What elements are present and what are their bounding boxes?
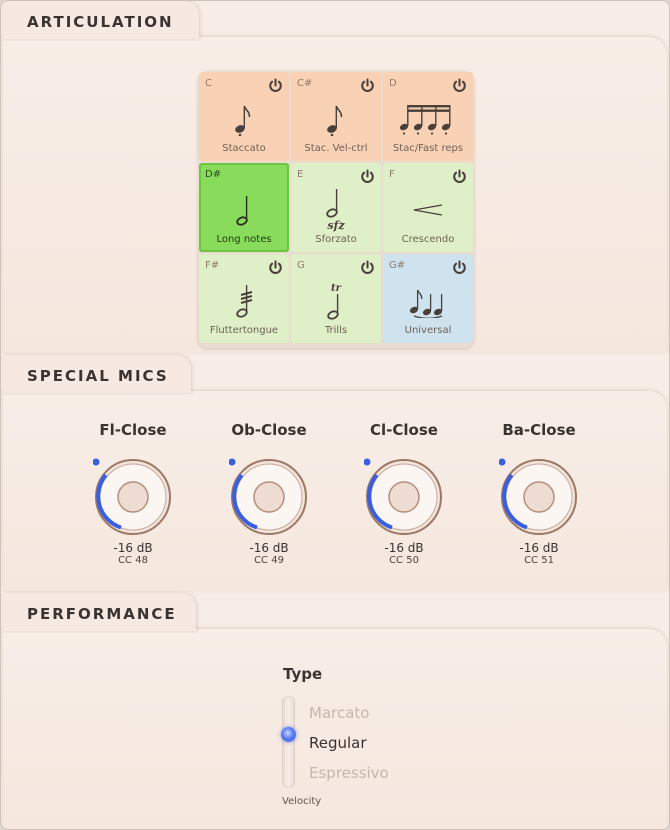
articulation-label: Fluttertongue bbox=[209, 325, 279, 336]
performance-tab: PERFORMANCE bbox=[3, 593, 196, 631]
eighth-note-icon bbox=[291, 94, 381, 144]
articulation-cell-long-notes[interactable]: D# Long notes bbox=[199, 163, 289, 252]
articulation-label: Trills bbox=[324, 325, 348, 336]
articulation-label: Stac/Fast reps bbox=[392, 143, 464, 154]
articulation-label: Stac. Vel-ctrl bbox=[304, 143, 368, 154]
mic-cc: CC 50 bbox=[389, 555, 419, 566]
articulation-cell-trills[interactable]: G tr Trills bbox=[291, 254, 381, 343]
power-icon[interactable] bbox=[267, 77, 284, 94]
key-label: D bbox=[389, 78, 397, 89]
articulation-label: Long notes bbox=[216, 234, 272, 245]
instrument-panel: ARTICULATION C Staccato C# Stac. Vel-ctr… bbox=[0, 0, 670, 830]
performance-body bbox=[3, 629, 667, 829]
half-note-icon bbox=[199, 185, 289, 235]
mic-name: Ba-Close bbox=[502, 421, 576, 439]
articulation-tab: ARTICULATION bbox=[3, 1, 199, 39]
type-option-regular[interactable]: Regular bbox=[309, 734, 367, 752]
articulation-cell-crescendo[interactable]: F Crescendo bbox=[383, 163, 473, 252]
mic-cc: CC 51 bbox=[524, 555, 554, 566]
type-slider-handle[interactable] bbox=[281, 727, 296, 742]
mic-level: -16 dB bbox=[113, 541, 153, 555]
key-label: C# bbox=[297, 78, 313, 89]
power-icon[interactable] bbox=[359, 168, 376, 185]
tremolo-note-icon bbox=[199, 276, 289, 326]
mic-level: -16 dB bbox=[384, 541, 424, 555]
key-label: E bbox=[297, 169, 304, 180]
key-label: G# bbox=[389, 260, 406, 271]
articulation-cell-sforzato[interactable]: E sfz Sforzato bbox=[291, 163, 381, 252]
type-option-espressivo[interactable]: Espressivo bbox=[309, 764, 389, 782]
mic-level: -16 dB bbox=[519, 541, 559, 555]
mic-level-knob[interactable] bbox=[498, 457, 579, 537]
mic-level-knob[interactable] bbox=[92, 457, 173, 537]
articulation-cell-stac-vel-ctrl[interactable]: C# Stac. Vel-ctrl bbox=[291, 72, 381, 161]
key-label: D# bbox=[205, 169, 222, 180]
power-icon[interactable] bbox=[359, 259, 376, 276]
articulation-grid: C Staccato C# Stac. Vel-ctrl D Stac/Fast… bbox=[198, 71, 474, 348]
mic-level: -16 dB bbox=[249, 541, 289, 555]
mic-cc: CC 49 bbox=[254, 555, 284, 566]
power-icon[interactable] bbox=[451, 77, 468, 94]
mic-cl-close: Cl-Close -16 dB CC 50 bbox=[339, 421, 469, 566]
mic-ob-close: Ob-Close -16 dB CC 49 bbox=[204, 421, 334, 566]
sfz-note-icon: sfz bbox=[291, 185, 381, 235]
key-label: F# bbox=[205, 260, 220, 271]
special-mics-tab: SPECIAL MICS bbox=[3, 355, 191, 393]
articulation-label: Staccato bbox=[222, 143, 266, 154]
sixteenth-run-icon bbox=[383, 94, 473, 144]
crescendo-icon bbox=[383, 185, 473, 235]
mic-level-knob[interactable] bbox=[363, 457, 444, 537]
svg-text:tr: tr bbox=[331, 283, 342, 294]
mic-level-knob[interactable] bbox=[228, 457, 309, 537]
mic-ba-close: Ba-Close -16 dB CC 51 bbox=[474, 421, 604, 566]
power-icon[interactable] bbox=[267, 259, 284, 276]
note-group-icon bbox=[383, 276, 473, 326]
articulation-label: Sforzato bbox=[315, 234, 357, 245]
key-label: F bbox=[389, 169, 395, 180]
articulation-cell-stac-fast-reps[interactable]: D Stac/Fast reps bbox=[383, 72, 473, 161]
mic-name: Fl-Close bbox=[99, 421, 167, 439]
power-icon[interactable] bbox=[359, 77, 376, 94]
type-option-marcato[interactable]: Marcato bbox=[309, 704, 369, 722]
articulation-cell-staccato[interactable]: C Staccato bbox=[199, 72, 289, 161]
trill-note-icon: tr bbox=[291, 276, 381, 326]
power-icon[interactable] bbox=[451, 168, 468, 185]
eighth-note-icon bbox=[199, 94, 289, 144]
velocity-label: Velocity bbox=[282, 796, 322, 807]
type-slider-track[interactable] bbox=[282, 696, 295, 788]
articulation-label: Universal bbox=[404, 325, 452, 336]
mic-name: Ob-Close bbox=[231, 421, 307, 439]
svg-text:sfz: sfz bbox=[327, 219, 345, 232]
articulation-cell-universal[interactable]: G# Universal bbox=[383, 254, 473, 343]
mic-cc: CC 48 bbox=[118, 555, 148, 566]
mic-name: Cl-Close bbox=[370, 421, 438, 439]
mic-fl-close: Fl-Close -16 dB CC 48 bbox=[68, 421, 198, 566]
key-label: C bbox=[205, 78, 212, 89]
articulation-cell-fluttertongue[interactable]: F# Fluttertongue bbox=[199, 254, 289, 343]
type-label: Type bbox=[283, 665, 323, 683]
key-label: G bbox=[297, 260, 305, 271]
articulation-label: Crescendo bbox=[401, 234, 455, 245]
power-icon[interactable] bbox=[451, 259, 468, 276]
